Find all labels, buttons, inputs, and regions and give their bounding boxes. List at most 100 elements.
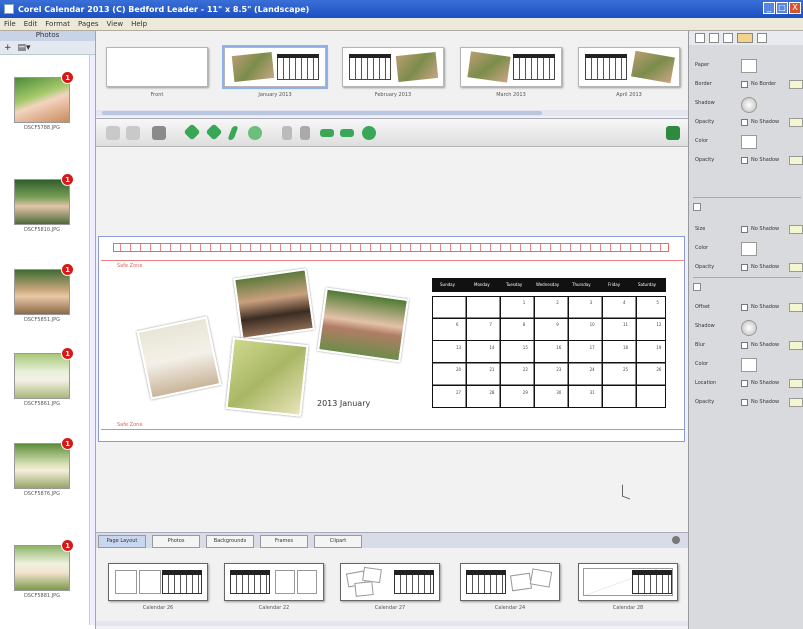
tab-text-icon[interactable] <box>723 33 733 43</box>
tab-more[interactable] <box>757 33 767 43</box>
photo-group-white-outfits[interactable] <box>136 316 222 400</box>
tab-photos[interactable]: Photos <box>152 535 200 548</box>
menu-format[interactable]: Format <box>45 20 70 28</box>
layout-option[interactable] <box>460 563 560 601</box>
properties-panel: Paper Border No Border Shadow Opacity No Shad… <box>688 31 803 629</box>
refresh-icon[interactable] <box>362 126 376 140</box>
color-swatch[interactable] <box>741 242 757 256</box>
rotate-left-icon[interactable] <box>183 123 201 141</box>
page-thumbnail-front[interactable] <box>106 47 208 87</box>
settings-icon[interactable] <box>672 536 680 544</box>
value-stepper[interactable] <box>789 303 803 312</box>
minimize-button[interactable]: _ <box>763 2 775 14</box>
menu-pages[interactable]: Pages <box>78 20 99 28</box>
layout-option[interactable] <box>340 563 440 601</box>
page-thumbnail-april[interactable] <box>578 47 680 87</box>
option-checkbox[interactable] <box>741 399 748 406</box>
tab-photo-properties[interactable] <box>695 33 705 43</box>
photo-panel-scrollbar[interactable] <box>89 55 95 625</box>
next-page-icon[interactable] <box>340 129 354 137</box>
layout-option[interactable] <box>578 563 678 601</box>
page-thumbnail-march[interactable] <box>460 47 562 87</box>
color-swatch[interactable] <box>741 59 757 73</box>
value-stepper[interactable] <box>789 398 803 407</box>
calendar-day-number: 19 <box>656 344 662 350</box>
color-swatch[interactable] <box>741 135 757 149</box>
value-stepper[interactable] <box>789 379 803 388</box>
option-checkbox[interactable] <box>741 226 748 233</box>
undo-icon[interactable] <box>106 126 120 140</box>
layout-option[interactable] <box>108 563 208 601</box>
redo-icon[interactable] <box>126 126 140 140</box>
photo-thumbnail[interactable]: 1 DSCF5881.JPG <box>14 539 74 609</box>
photo-family[interactable] <box>233 268 315 340</box>
section-divider <box>693 277 801 278</box>
option-checkbox[interactable] <box>741 342 748 349</box>
page-thumbnail-january[interactable] <box>222 45 328 89</box>
menu-view[interactable]: View <box>107 20 124 28</box>
view-options-button[interactable]: ▤▾ <box>18 43 31 53</box>
weekday-label: Sunday <box>440 282 455 287</box>
option-checkbox[interactable] <box>741 119 748 126</box>
month-calendar-grid[interactable]: Sunday Monday Tuesday Wednesday Thursday… <box>432 278 666 408</box>
photo-thumbnail[interactable]: 1 DSCF5876.JPG <box>14 437 74 507</box>
value-stepper[interactable] <box>789 80 803 89</box>
layout-option[interactable] <box>224 563 324 601</box>
photo-image <box>14 443 70 489</box>
tab-backgrounds[interactable]: Backgrounds <box>206 535 254 548</box>
section-toggle[interactable] <box>693 203 701 211</box>
photo-thumbnail[interactable]: 1 DSCF5788.JPG <box>14 71 74 141</box>
option-checkbox[interactable] <box>741 157 748 164</box>
zoom-out-icon[interactable] <box>282 126 292 140</box>
value-stepper[interactable] <box>789 341 803 350</box>
value-stepper[interactable] <box>789 118 803 127</box>
page-strip-scrollbar[interactable] <box>96 110 688 116</box>
page-thumbnail-label: April 2013 <box>616 92 642 98</box>
checkbox-label: No Shadow <box>751 380 780 386</box>
menu-help[interactable]: Help <box>131 20 147 28</box>
menu-edit[interactable]: Edit <box>24 20 38 28</box>
tab-text-properties[interactable] <box>709 33 719 43</box>
option-checkbox[interactable] <box>741 81 748 88</box>
option-checkbox[interactable] <box>741 264 748 271</box>
tab-highlight[interactable] <box>737 33 753 43</box>
page-thumbnail-label: Front <box>150 92 164 98</box>
value-stepper[interactable] <box>789 156 803 165</box>
photo-friends[interactable] <box>316 287 410 363</box>
enhance-icon[interactable] <box>248 126 262 140</box>
order-icon[interactable] <box>666 126 680 140</box>
maximize-button[interactable]: □ <box>776 2 788 14</box>
thumbnail-calendar-header <box>277 54 319 58</box>
option-checkbox[interactable] <box>741 380 748 387</box>
zoom-in-icon[interactable] <box>300 126 310 140</box>
value-stepper[interactable] <box>789 263 803 272</box>
checkbox-label: No Border <box>751 81 777 87</box>
color-swatch[interactable] <box>741 358 757 372</box>
value-stepper[interactable] <box>789 225 803 234</box>
edit-photo-icon[interactable] <box>227 126 239 140</box>
tab-clipart[interactable]: Clipart <box>314 535 362 548</box>
print-icon[interactable] <box>152 126 166 140</box>
layout-strip-scrollbar[interactable] <box>96 621 688 626</box>
section-toggle[interactable] <box>693 283 701 291</box>
tab-page-layout[interactable]: Page Layout <box>98 535 146 548</box>
property-row: Color <box>693 135 803 149</box>
page-thumbnail-label: February 2013 <box>374 92 412 98</box>
photo-thumbnail[interactable]: 1 DSCF5851.JPG <box>14 263 74 333</box>
add-photo-button[interactable]: + <box>4 43 12 53</box>
shadow-preview[interactable] <box>741 320 757 336</box>
calendar-page[interactable]: Safe Zone Safe Zone 2013 January Sunday … <box>98 236 685 442</box>
page-thumbnail-february[interactable] <box>342 47 444 87</box>
menu-file[interactable]: File <box>4 20 16 28</box>
property-label: Opacity <box>695 264 715 270</box>
option-checkbox[interactable] <box>741 304 748 311</box>
previous-page-icon[interactable] <box>320 129 334 137</box>
photo-thumbnail[interactable]: 1 DSCF5861.JPG <box>14 347 74 417</box>
scrollbar-thumb[interactable] <box>102 111 542 115</box>
shadow-preview[interactable] <box>741 97 757 113</box>
photo-grass[interactable] <box>225 337 309 417</box>
close-button[interactable]: X <box>789 2 801 14</box>
tab-frames[interactable]: Frames <box>260 535 308 548</box>
rotate-right-icon[interactable] <box>205 123 223 141</box>
photo-thumbnail[interactable]: 1 DSCF5810.JPG <box>14 173 74 243</box>
